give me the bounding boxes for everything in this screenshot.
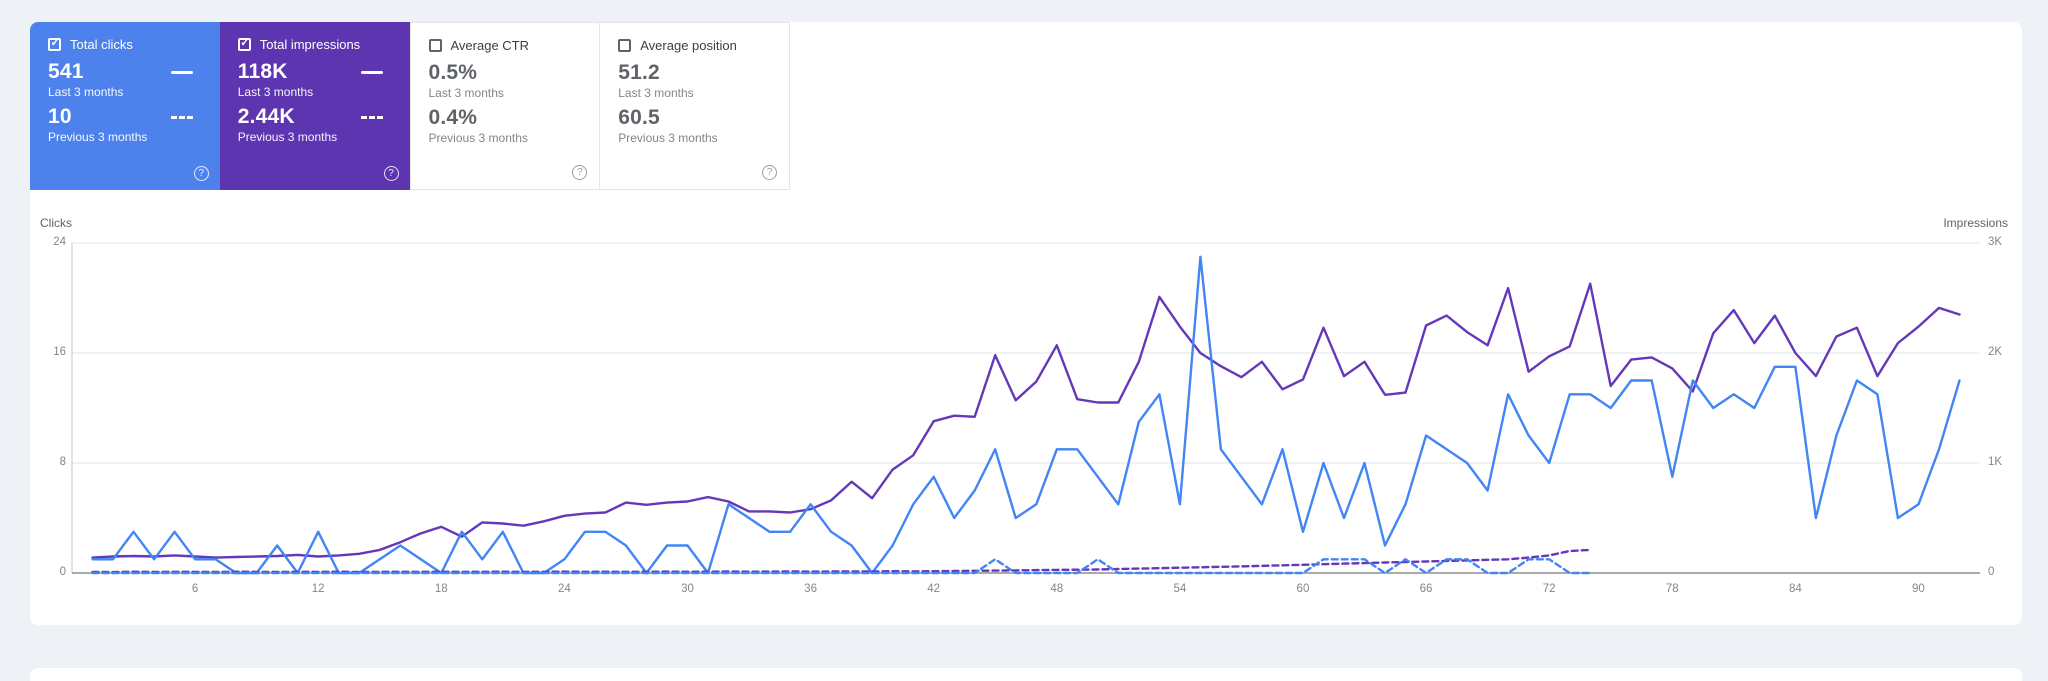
x-axis-tick-label: 84 (1788, 583, 1802, 595)
right-axis-tick-label: 0 (1988, 566, 1995, 578)
performance-line-chart (71, 242, 1980, 575)
left-axis-tick-label: 8 (59, 456, 66, 468)
x-axis-tick-label: 54 (1173, 583, 1187, 595)
x-axis-tick-label: 78 (1665, 583, 1679, 595)
x-axis-tick-label: 30 (681, 583, 694, 595)
x-axis-tick-label: 24 (557, 583, 571, 595)
x-axis-tick-label: 90 (1912, 583, 1925, 595)
x-axis-tick-label: 36 (804, 583, 817, 595)
x-axis-tick-label: 66 (1419, 583, 1433, 595)
left-axis-tick-label: 24 (53, 236, 66, 248)
left-axis-tick-label: 0 (59, 566, 66, 578)
x-axis-tick-label: 72 (1542, 583, 1556, 595)
series-solid-left (91, 255, 1961, 575)
series-solid-right (91, 282, 1961, 559)
search-console-performance-page: { "page": { "background": "#eef1f6", "ca… (0, 0, 2048, 681)
x-axis-tick-label: 48 (1050, 583, 1064, 595)
next-section-card (30, 668, 2022, 681)
x-axis-tick-label: 6 (191, 583, 199, 595)
x-axis-tick-label: 18 (434, 583, 448, 595)
performance-chart-card: ✓ Total clicks 541 Last 3 months 10 Prev… (30, 22, 2022, 625)
left-axis-tick-label: 16 (53, 346, 66, 358)
x-axis-tick-label: 12 (311, 583, 325, 595)
right-axis-tick-label: 1K (1988, 456, 2003, 468)
x-axis-tick-label: 60 (1296, 583, 1310, 595)
right-axis-tick-label: 2K (1988, 346, 2003, 358)
right-axis-tick-label: 3K (1988, 236, 2003, 248)
x-axis-tick-label: 42 (927, 583, 941, 595)
